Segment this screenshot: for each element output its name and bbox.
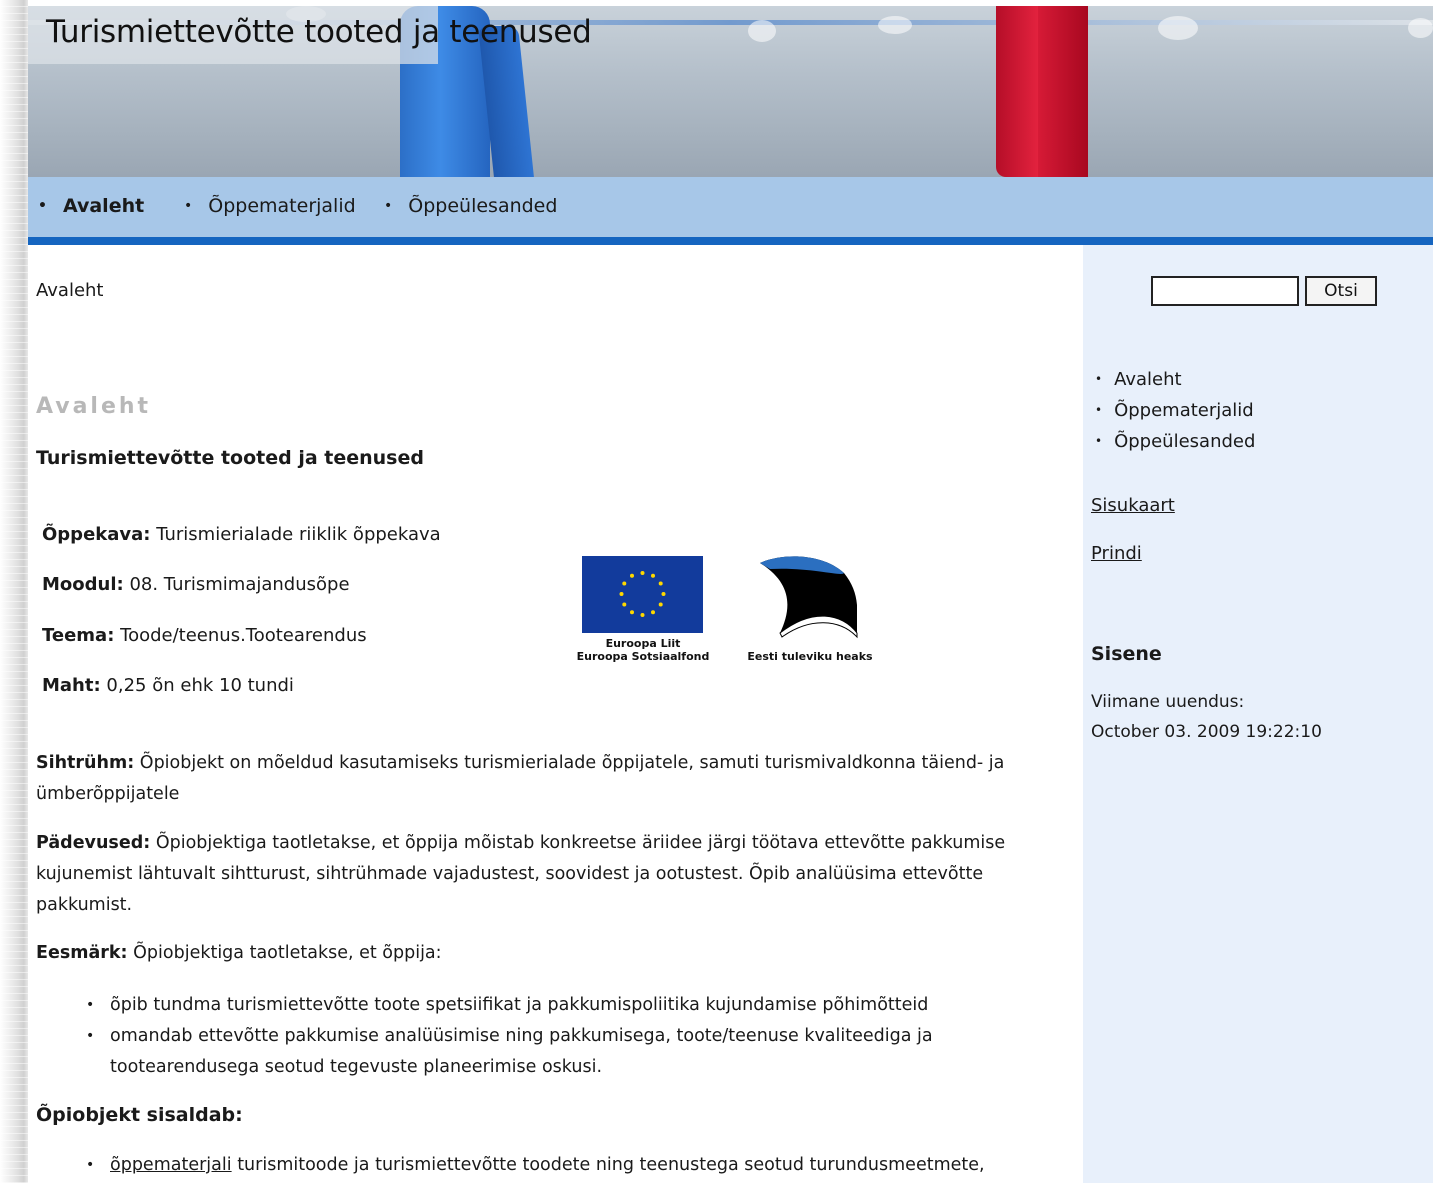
contains-heading: Õpiobjekt sisaldab: [36, 1104, 243, 1126]
competence-paragraph: Pädevused: Õpiobjektiga taotletakse, et … [36, 833, 1006, 915]
eu-flag-logo [582, 556, 703, 633]
sidebar-navigation: • Avaleht • Õppematerjalid • Õppeülesanded [1095, 364, 1255, 457]
study-material-link[interactable]: õppematerjali [110, 1155, 232, 1175]
eu-logo-caption: Euroopa Liit Euroopa Sotsiaalfond [576, 637, 710, 663]
sitemap-link[interactable]: Sisukaart [1091, 495, 1175, 516]
last-update-label: Viimane uuendus: [1091, 692, 1245, 712]
goal-list: õpib tundma turismiettevõtte toote spets… [86, 990, 1016, 1083]
page-title: Avaleht [36, 394, 152, 419]
estonian-logo-caption: Eesti tuleviku heaks [747, 650, 873, 663]
bullet-icon: • [38, 198, 47, 214]
topic-info: Teema: Toode/teenus.Tootearendus [42, 625, 367, 646]
bullet-icon: • [1095, 434, 1103, 448]
sidebar-item-avaleht[interactable]: • Avaleht [1095, 364, 1255, 395]
bullet-icon: • [1095, 403, 1103, 417]
bullet-icon: • [1095, 372, 1103, 386]
curriculum-info: Õppekava: Turismierialade riiklik õppeka… [42, 524, 441, 545]
nav-item-avaleht[interactable]: • Avaleht [38, 195, 144, 217]
left-decorative-strip [0, 0, 28, 1183]
sidebar-item-oppematerjalid[interactable]: • Õppematerjalid [1095, 395, 1255, 426]
target-group-paragraph: Sihtrühm: Õpiobjekt on mõeldud kasutamis… [36, 753, 1005, 804]
navigation-divider [28, 237, 1433, 245]
module-info: Moodul: 08. Turismimajandusõpe [42, 574, 350, 595]
list-item: õpib tundma turismiettevõtte toote spets… [86, 990, 1016, 1021]
estonian-logo [760, 556, 858, 639]
login-heading: Sisene [1091, 643, 1162, 665]
bullet-icon: • [184, 198, 193, 214]
bullet-icon: • [384, 198, 393, 214]
nav-item-oppematerjalid[interactable]: • Õppematerjalid [184, 195, 356, 217]
search-input[interactable] [1151, 276, 1299, 306]
page-subtitle: Turismiettevõtte tooted ja teenused [36, 447, 424, 469]
list-item: õppematerjali turismitoode ja turismiett… [86, 1150, 1016, 1181]
breadcrumb: Avaleht [36, 280, 104, 301]
volume-info: Maht: 0,25 õn ehk 10 tundi [42, 675, 294, 696]
sidebar-item-oppeulesanded[interactable]: • Õppeülesanded [1095, 426, 1255, 457]
print-link[interactable]: Prindi [1091, 543, 1142, 564]
goal-paragraph: Eesmärk: Õpiobjektiga taotletakse, et õp… [36, 943, 442, 963]
contains-list: õppematerjali turismitoode ja turismiett… [86, 1150, 1016, 1181]
search-button[interactable]: Otsi [1305, 276, 1377, 306]
site-title: Turismiettevõtte tooted ja teenused [46, 14, 592, 50]
nav-item-oppeulesanded[interactable]: • Õppeülesanded [384, 195, 557, 217]
list-item: omandab ettevõtte pakkumise analüüsimise… [86, 1021, 1016, 1083]
last-update-value: October 03. 2009 19:22:10 [1091, 722, 1322, 742]
